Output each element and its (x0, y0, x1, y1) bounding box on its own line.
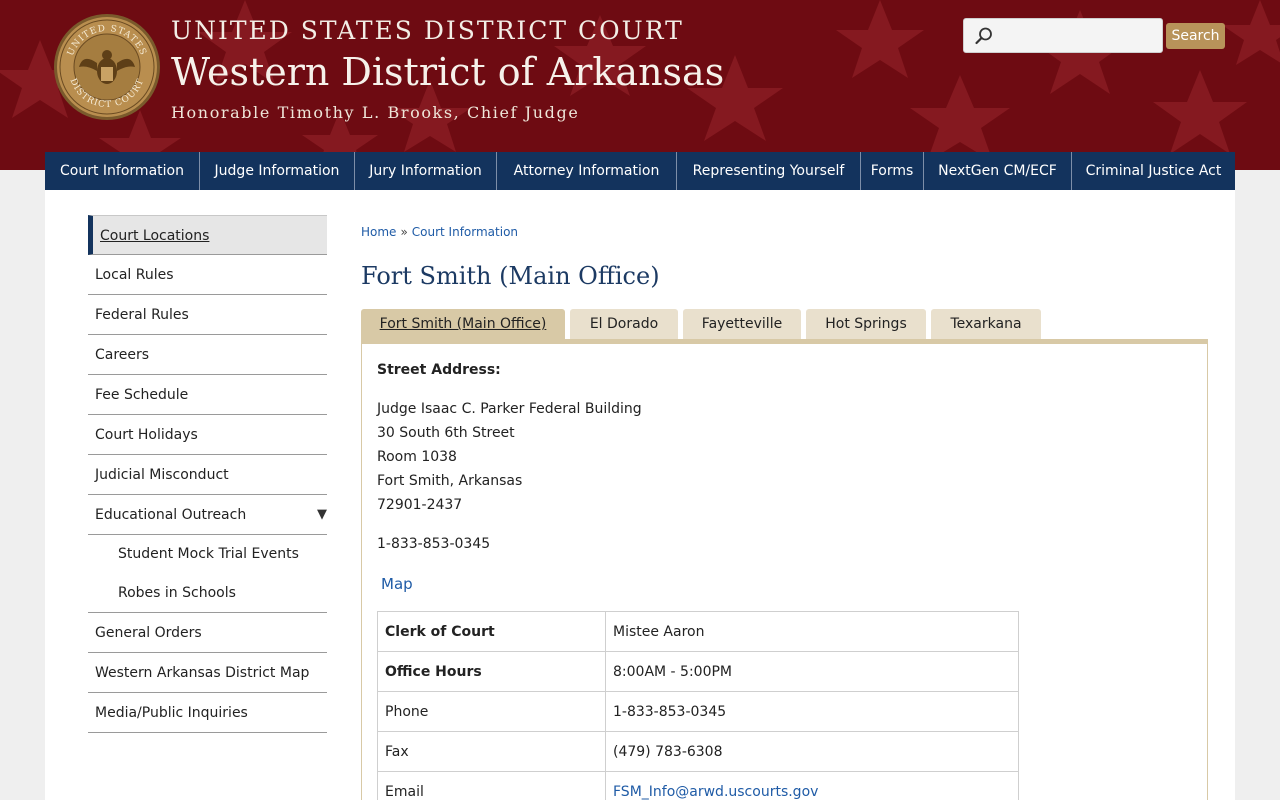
search-box[interactable] (963, 18, 1163, 53)
sidebar-item-label: Educational Outreach (95, 507, 247, 523)
table-value: 1-833-853-0345 (605, 691, 1019, 732)
search-button[interactable]: Search (1166, 23, 1225, 49)
sidebar-item-court-locations[interactable]: Court Locations (88, 215, 327, 255)
sidebar-item-careers[interactable]: Careers (88, 335, 327, 375)
sidebar-item-media-inquiries[interactable]: Media/Public Inquiries (88, 693, 327, 733)
district-name[interactable]: Western District of Arkansas (171, 50, 724, 94)
email-link[interactable]: FSM_Info@arwd.uscourts.gov (613, 784, 818, 800)
sidebar-item-general-orders[interactable]: General Orders (88, 613, 327, 653)
address-line-building: Judge Isaac C. Parker Federal Building (377, 401, 642, 417)
tab-fayetteville[interactable]: Fayetteville (683, 309, 801, 340)
map-link[interactable]: Map (381, 575, 413, 593)
court-name: UNITED STATES DISTRICT COURT (171, 16, 684, 45)
search-input[interactable] (998, 23, 1158, 48)
tab-hot-springs[interactable]: Hot Springs (806, 309, 926, 340)
nav-court-information[interactable]: Court Information (45, 152, 200, 190)
nav-judge-information[interactable]: Judge Information (200, 152, 355, 190)
sidebar-item-federal-rules[interactable]: Federal Rules (88, 295, 327, 335)
sidebar-item-fee-schedule[interactable]: Fee Schedule (88, 375, 327, 415)
table-key: Clerk of Court (377, 611, 606, 652)
table-key: Fax (377, 731, 606, 772)
table-key: Phone (377, 691, 606, 732)
street-address-label: Street Address: (377, 362, 501, 378)
address-line-room: Room 1038 (377, 449, 457, 465)
sidebar-item-robes-in-schools[interactable]: Robes in Schools (88, 574, 327, 613)
sidebar-item-judicial-misconduct[interactable]: Judicial Misconduct (88, 455, 327, 495)
nav-criminal-justice-act[interactable]: Criminal Justice Act (1072, 152, 1235, 190)
table-row: Clerk of Court Mistee Aaron (377, 611, 1019, 652)
tab-texarkana[interactable]: Texarkana (931, 309, 1041, 340)
tab-fort-smith[interactable]: Fort Smith (Main Office) (361, 309, 565, 340)
table-value: 8:00AM - 5:00PM (605, 651, 1019, 692)
sidebar-item-student-mock-trial[interactable]: Student Mock Trial Events (88, 535, 327, 574)
table-value: (479) 783-6308 (605, 731, 1019, 772)
office-phone: 1-833-853-0345 (377, 536, 491, 552)
address-line-city: Fort Smith, Arkansas (377, 473, 523, 489)
breadcrumb-home[interactable]: Home (361, 225, 396, 239)
table-value: FSM_Info@arwd.uscourts.gov (605, 771, 1019, 800)
sidebar-menu: Court Locations Local Rules Federal Rule… (88, 215, 327, 733)
nav-jury-information[interactable]: Jury Information (355, 152, 497, 190)
site-header: UNITED STATES DISTRICT COURT UNITED STAT… (0, 0, 1280, 170)
address-line-zip: 72901-2437 (377, 497, 463, 513)
page-title: Fort Smith (Main Office) (361, 262, 660, 290)
table-key: Email (377, 771, 606, 800)
table-row: Office Hours 8:00AM - 5:00PM (377, 651, 1019, 692)
tab-el-dorado[interactable]: El Dorado (570, 309, 678, 340)
sidebar-item-district-map[interactable]: Western Arkansas District Map (88, 653, 327, 693)
breadcrumb-court-information[interactable]: Court Information (412, 225, 518, 239)
table-row: Email FSM_Info@arwd.uscourts.gov (377, 771, 1019, 800)
main-nav: Court Information Judge Information Jury… (45, 152, 1235, 190)
table-value: Mistee Aaron (605, 611, 1019, 652)
table-row: Fax (479) 783-6308 (377, 731, 1019, 772)
address-line-street: 30 South 6th Street (377, 425, 515, 441)
chief-judge: Honorable Timothy L. Brooks, Chief Judge (171, 103, 580, 122)
nav-forms[interactable]: Forms (861, 152, 924, 190)
table-key: Office Hours (377, 651, 606, 692)
caret-down-icon[interactable]: ▼ (317, 495, 327, 535)
sidebar-item-educational-outreach[interactable]: Educational Outreach ▼ (88, 495, 327, 535)
search-icon (975, 27, 992, 45)
court-seal-logo: UNITED STATES DISTRICT COURT (54, 14, 160, 120)
sidebar-item-court-holidays[interactable]: Court Holidays (88, 415, 327, 455)
table-row: Phone 1-833-853-0345 (377, 691, 1019, 732)
sidebar-item-local-rules[interactable]: Local Rules (88, 255, 327, 295)
breadcrumb: Home » Court Information (361, 225, 518, 239)
nav-representing-yourself[interactable]: Representing Yourself (677, 152, 861, 190)
nav-attorney-information[interactable]: Attorney Information (497, 152, 677, 190)
office-info-table: Clerk of Court Mistee Aaron Office Hours… (377, 611, 1019, 800)
breadcrumb-separator: » (400, 225, 408, 239)
nav-nextgen-cmecf[interactable]: NextGen CM/ECF (924, 152, 1072, 190)
